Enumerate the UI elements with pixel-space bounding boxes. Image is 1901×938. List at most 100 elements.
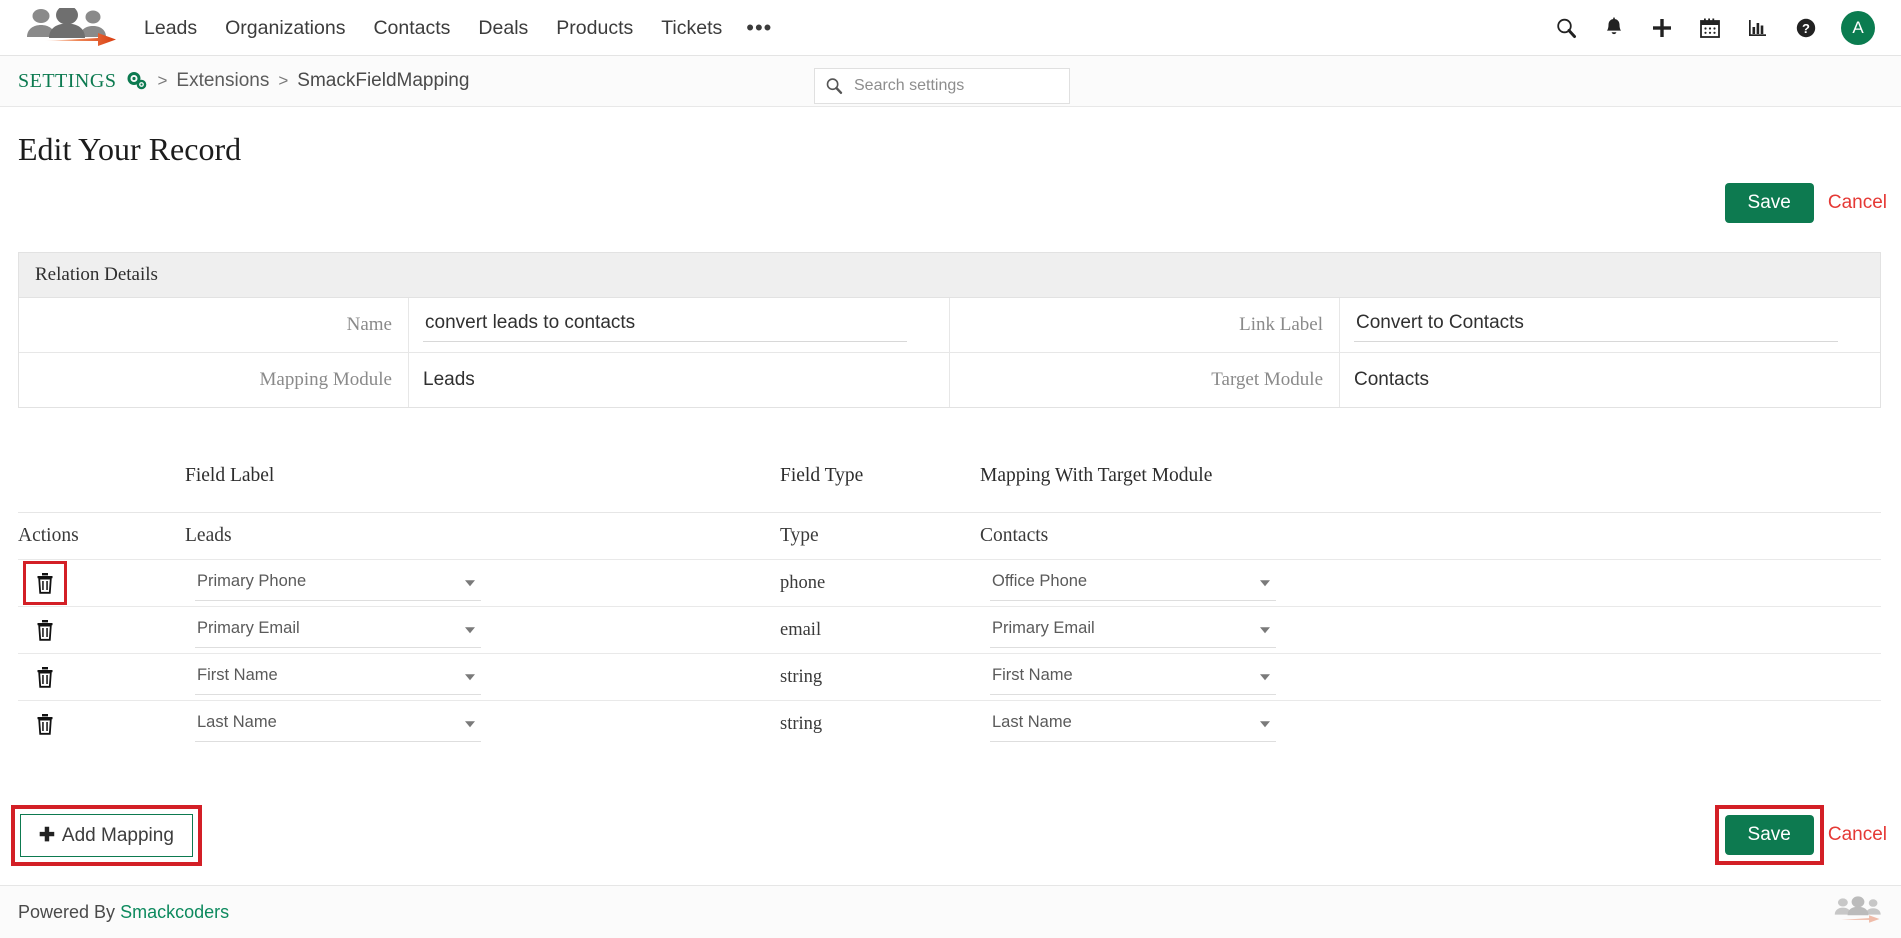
target-module-value: Contacts [1354,369,1429,391]
subheader-type: Type [780,525,980,547]
nav-item-products[interactable]: Products [542,0,647,56]
chevron-down-icon [465,580,475,586]
relation-details-panel: Relation Details Name Link Label Mapping… [18,252,1881,408]
row-source-field-cell: Primary Phone [185,565,780,601]
mapping-table-subheader-row: Actions Leads Type Contacts [18,512,1881,559]
source-field-value: Last Name [197,713,277,732]
add-mapping-label: Add Mapping [62,825,174,847]
target-field-dropdown[interactable]: Office Phone [990,565,1276,601]
trash-icon[interactable] [28,660,62,694]
target-field-value: First Name [992,666,1073,685]
help-icon[interactable]: ? [1793,15,1819,41]
analytics-icon[interactable] [1745,15,1771,41]
save-button-top[interactable]: Save [1725,183,1814,223]
row-type-value: phone [780,573,825,593]
field-label-link-label: Link Label [950,298,1340,352]
search-input[interactable] [852,76,1042,96]
trash-icon[interactable] [28,566,62,600]
top-action-bar: Save Cancel [1725,183,1887,223]
target-field-value: Office Phone [992,572,1087,591]
nav-item-organizations[interactable]: Organizations [211,0,359,56]
chevron-down-icon [465,674,475,680]
plus-icon[interactable] [1649,15,1675,41]
trash-icon[interactable] [28,707,62,741]
nav-item-deals[interactable]: Deals [464,0,542,56]
row-type-cell: phone [780,573,980,594]
link-label-input[interactable] [1354,308,1838,342]
field-value-name-cell [409,298,950,352]
subheader-actions: Actions [18,525,185,547]
gears-icon[interactable] [126,71,148,91]
relation-row-name: Name Link Label [19,298,1880,353]
footer-logo [1833,894,1883,931]
add-mapping-button[interactable]: ✚ Add Mapping [20,814,193,857]
calendar-icon[interactable] [1697,15,1723,41]
plus-icon: ✚ [39,824,55,847]
row-target-field-cell: First Name [980,659,1881,695]
row-actions-cell [18,707,185,741]
page-footer: Powered By Smackcoders [0,885,1901,938]
nav-item-leads[interactable]: Leads [130,0,211,56]
field-label-target-module: Target Module [950,353,1340,407]
chevron-down-icon [1260,627,1270,633]
arrow-icon [42,30,120,48]
row-type-value: string [780,714,822,734]
save-button-bottom[interactable]: Save [1725,815,1814,855]
header-field-label: Field Label [185,465,780,487]
svg-text:?: ? [1802,21,1810,36]
row-type-value: email [780,620,821,640]
relation-row-modules: Mapping Module Leads Target Module Conta… [19,353,1880,407]
footer-brand-link[interactable]: Smackcoders [120,902,229,922]
source-field-dropdown[interactable]: First Name [195,659,481,695]
source-field-dropdown[interactable]: Primary Phone [195,565,481,601]
target-field-dropdown[interactable]: Primary Email [990,612,1276,648]
name-input[interactable] [423,308,907,342]
breadcrumb-separator-1: > [157,71,167,91]
footer-text: Powered By Smackcoders [18,902,229,923]
row-source-field-cell: Primary Email [185,612,780,648]
chevron-down-icon [465,627,475,633]
main-nav-links: Leads Organizations Contacts Deals Produ… [130,0,782,56]
field-value-mapping-module-cell: Leads [409,353,950,407]
row-type-cell: string [780,667,980,688]
breadcrumb-item-smackfieldmapping[interactable]: SmackFieldMapping [297,70,469,92]
nav-more-menu[interactable]: ••• [736,6,782,50]
chevron-down-icon [1260,674,1270,680]
source-field-dropdown[interactable]: Last Name [195,706,481,742]
source-field-value: Primary Phone [197,572,306,591]
source-field-value: First Name [197,666,278,685]
nav-item-tickets[interactable]: Tickets [647,0,736,56]
table-row: Last Name string Last Name [18,700,1881,747]
cancel-button-top[interactable]: Cancel [1828,192,1887,214]
subheader-target-module: Contacts [980,525,1881,547]
bell-icon[interactable] [1601,15,1627,41]
trash-icon[interactable] [28,613,62,647]
nav-item-contacts[interactable]: Contacts [359,0,464,56]
save-button-highlight: Save [1715,805,1824,865]
chevron-down-icon [465,721,475,727]
cancel-button-bottom[interactable]: Cancel [1828,824,1887,846]
breadcrumb-separator-2: > [278,71,288,91]
avatar[interactable]: A [1841,11,1875,45]
breadcrumb-item-extensions[interactable]: Extensions [176,70,269,92]
app-logo[interactable] [12,0,130,56]
mapping-table: Field Label Field Type Mapping With Targ… [18,465,1881,747]
source-field-dropdown[interactable]: Primary Email [195,612,481,648]
target-field-dropdown[interactable]: Last Name [990,706,1276,742]
search-icon[interactable] [1553,15,1579,41]
row-type-cell: string [780,714,980,735]
row-source-field-cell: First Name [185,659,780,695]
row-source-field-cell: Last Name [185,706,780,742]
mapping-module-value: Leads [423,369,475,391]
table-row: First Name string First Name [18,653,1881,700]
settings-search-box[interactable] [814,68,1070,104]
breadcrumb-settings[interactable]: SETTINGS [18,70,116,93]
mapping-table-header-row: Field Label Field Type Mapping With Targ… [18,465,1881,512]
row-type-value: string [780,667,822,687]
chevron-down-icon [1260,580,1270,586]
header-mapping-with-target: Mapping With Target Module [980,465,1881,487]
field-label-mapping-module: Mapping Module [19,353,409,407]
table-row: Primary Email email Primary Email [18,606,1881,653]
target-field-dropdown[interactable]: First Name [990,659,1276,695]
table-row: Primary Phone phone Office Phone [18,559,1881,606]
